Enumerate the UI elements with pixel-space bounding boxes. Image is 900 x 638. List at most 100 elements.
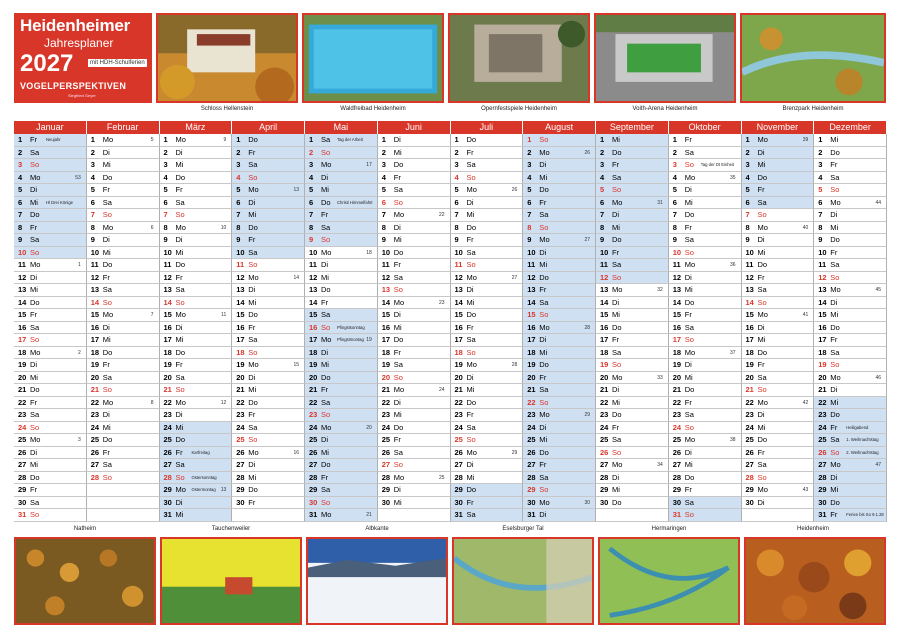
day-number: 20 <box>527 372 536 382</box>
weekday-label: Mi <box>830 310 839 319</box>
empty-day-cell <box>596 509 669 522</box>
day-cell: 2 So <box>305 146 378 159</box>
day-number: 12 <box>672 272 682 282</box>
day-number: 22 <box>90 397 100 407</box>
day-number: 12 <box>745 272 754 282</box>
week-number: 11 <box>221 312 227 318</box>
weekday-label: Di <box>321 172 329 182</box>
week-number: 18 <box>366 249 372 256</box>
day-number: 18 <box>236 347 245 357</box>
weekday-label: Mi <box>612 135 620 144</box>
day-cell: 18 Do <box>159 346 233 359</box>
day-cell: 29 Mi <box>596 484 669 497</box>
day-number: 16 <box>18 322 27 332</box>
month-header: Januar <box>14 121 87 134</box>
weekday-label: Di <box>684 272 692 282</box>
day-number: 5 <box>309 185 314 194</box>
week-number: 3 <box>77 437 81 443</box>
day-number: 15 <box>818 310 827 319</box>
day-cell: 17 Mi <box>741 334 815 347</box>
day-cell: 26 So <box>596 446 669 459</box>
day-cell: 7 Do <box>668 209 742 222</box>
day-cell: 17 Mi <box>86 334 160 347</box>
day-number: 4 <box>454 172 459 182</box>
day-cell: 18 Sa <box>814 346 887 359</box>
day-number: 24 <box>236 422 245 432</box>
weekday-label: Mi <box>684 372 693 382</box>
weekday-label: Di <box>830 210 838 219</box>
day-cell: 3 Mi <box>741 159 815 172</box>
day-number: 15 <box>18 310 27 319</box>
weekday-label: Di <box>30 272 38 282</box>
empty-day-cell <box>232 509 305 522</box>
day-cell: 23 Mi <box>377 409 451 422</box>
weekday-label: Do <box>30 297 40 307</box>
day-cell: 12 Di <box>668 271 742 284</box>
day-cell: 6 Sa <box>86 196 160 209</box>
day-cell: 10 Di <box>523 246 596 259</box>
day-number: 31 <box>18 510 27 519</box>
weekday-label: So <box>30 510 40 519</box>
day-number: 17 <box>381 335 391 344</box>
day-cell: 13 So <box>377 284 451 297</box>
weekday-label: So <box>102 210 112 219</box>
weekday-label: Sa <box>684 147 694 157</box>
weekday-label: Fr <box>175 360 183 369</box>
day-cell: 6 Fr <box>523 196 596 209</box>
day-cell: 26 Mo 16 <box>232 446 305 459</box>
weekday-label: So <box>321 410 331 419</box>
day-number: 28 <box>236 472 245 482</box>
weekday-label: So <box>30 160 40 169</box>
weekday-label: Fr <box>539 460 547 469</box>
day-number: 6 <box>454 197 459 207</box>
day-cell: 21 Di <box>596 384 669 397</box>
day-cell: 24 Sa <box>232 421 305 434</box>
week-number: 44 <box>875 199 881 206</box>
weekday-label: Fr <box>393 172 401 182</box>
day-cell: 13 Sa <box>159 284 233 297</box>
day-number: 28 <box>672 472 682 482</box>
weekday-label: Mo <box>830 372 841 382</box>
day-cell: 8 Mo 10 <box>159 221 233 234</box>
weekday-label: Do <box>612 497 622 507</box>
day-cell: 20 Di <box>450 371 524 384</box>
day-cell: 28 Mi <box>232 471 305 484</box>
weekday-label: Mi <box>539 435 548 444</box>
day-number: 5 <box>672 185 677 194</box>
day-cell: 11 Do <box>741 259 815 272</box>
day-cell: 8 Mi <box>596 221 669 234</box>
weekday-label: Sa <box>393 272 403 282</box>
day-cell: 14 So <box>159 296 233 309</box>
day-cell: 13 Mi <box>14 284 87 297</box>
weekday-label: Mi <box>102 422 111 432</box>
holiday-note: Hl Drei Könige <box>46 199 73 205</box>
day-cell: 13 Sa <box>86 284 160 297</box>
day-number: 15 <box>163 310 172 319</box>
month-column: Februar 1 Mo 5 2 Di 3 Mi 4 Do 5 Fr 6 Sa 7 So 8 Mo 6 9 Di 10 Mi… <box>86 121 160 522</box>
day-number: 31 <box>818 510 827 519</box>
day-cell: 10 Mi <box>741 246 815 259</box>
day-cell: 15 Mo 7 <box>86 309 160 322</box>
caption-bottom-5: Hermaringen <box>651 526 687 532</box>
day-cell: 10 Mo 18 <box>305 246 378 259</box>
day-number: 30 <box>527 497 536 507</box>
day-cell: 9 Mo 27 <box>523 234 596 247</box>
weekday-label: Do <box>175 435 186 444</box>
day-number: 9 <box>381 235 386 244</box>
day-number: 8 <box>163 222 168 232</box>
day-number: 8 <box>527 222 532 232</box>
day-number: 13 <box>600 285 609 294</box>
weekday-label: Mo <box>321 160 332 169</box>
day-cell: 19 So <box>596 359 669 372</box>
weekday-label: Mo <box>684 347 696 357</box>
weekday-label: Fr <box>248 410 256 419</box>
weekday-label: So <box>466 260 476 269</box>
weekday-label: Do <box>248 135 258 144</box>
weekday-label: Do <box>321 197 331 207</box>
day-cell: 28 Di <box>596 471 669 484</box>
weekday-label: Mo <box>393 297 405 307</box>
weekday-label: Mi <box>466 210 475 219</box>
day-number: 28 <box>818 472 827 482</box>
day-cell: 23 Di <box>159 409 233 422</box>
day-number: 18 <box>381 347 391 357</box>
